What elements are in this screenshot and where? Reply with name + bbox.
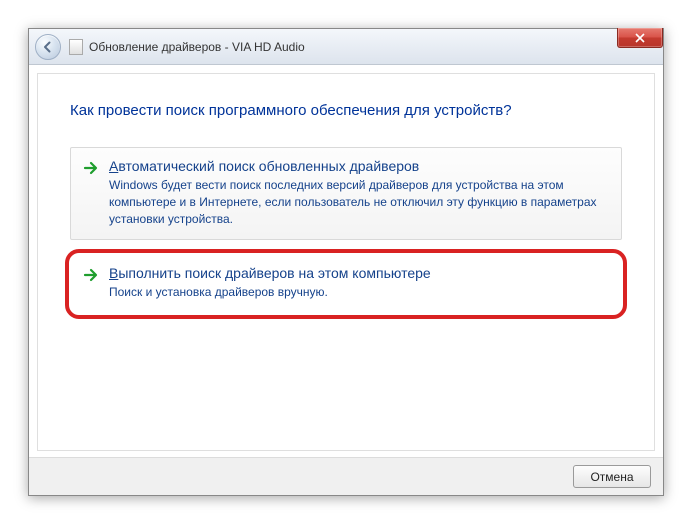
page-heading: Как провести поиск программного обеспече… <box>70 102 622 119</box>
back-button[interactable] <box>35 34 61 60</box>
bottom-bar: Отмена <box>29 457 663 495</box>
option-auto-body: Автоматический поиск обновленных драйвер… <box>109 158 609 227</box>
close-button[interactable] <box>617 28 663 48</box>
device-icon <box>69 39 83 55</box>
option-auto-title: Автоматический поиск обновленных драйвер… <box>109 158 609 174</box>
option-manual-search[interactable]: Выполнить поиск драйверов на этом компью… <box>70 254 622 314</box>
titlebar: Обновление драйверов - VIA HD Audio <box>29 29 663 65</box>
content-area: Как провести поиск программного обеспече… <box>37 73 655 451</box>
arrow-right-icon <box>83 267 99 283</box>
option-auto-desc: Windows будет вести поиск последних верс… <box>109 177 609 227</box>
close-icon <box>635 33 645 43</box>
option-manual-body: Выполнить поиск драйверов на этом компью… <box>109 265 609 301</box>
back-arrow-icon <box>42 41 54 53</box>
option-manual-title: Выполнить поиск драйверов на этом компью… <box>109 265 609 281</box>
window-title: Обновление драйверов - VIA HD Audio <box>89 40 305 54</box>
option-auto-search[interactable]: Автоматический поиск обновленных драйвер… <box>70 147 622 240</box>
cancel-button[interactable]: Отмена <box>573 465 651 488</box>
dialog-window: Обновление драйверов - VIA HD Audio Как … <box>28 28 664 496</box>
arrow-right-icon <box>83 160 99 176</box>
option-manual-desc: Поиск и установка драйверов вручную. <box>109 284 609 301</box>
